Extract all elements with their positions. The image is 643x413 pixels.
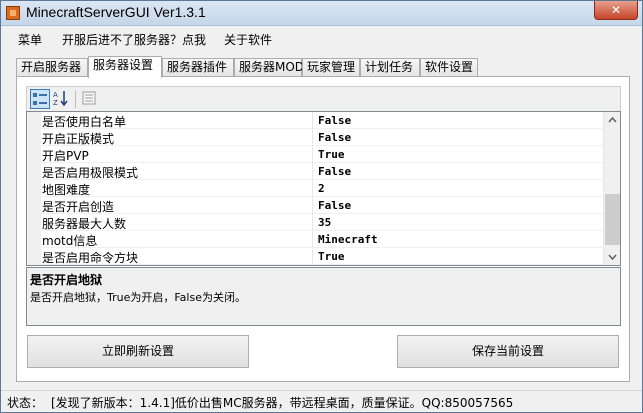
- menu-item-help-connect[interactable]: 开服后进不了服务器？点我: [62, 31, 206, 48]
- scroll-up-arrow-icon[interactable]: [604, 112, 620, 129]
- window-title: MinecraftServerGUI Ver1.3.1: [26, 4, 206, 20]
- property-help-pane: 是否开启地狱 是否开启地狱，True为开启，False为关闭。: [26, 267, 621, 326]
- column-divider: [312, 112, 313, 129]
- status-label: 状态：: [7, 396, 44, 410]
- property-row-command-block[interactable]: 是否启用命令方块 True: [27, 248, 603, 265]
- property-value[interactable]: 2: [318, 182, 325, 195]
- close-button[interactable]: ✕: [594, 1, 638, 20]
- svg-text:Z: Z: [53, 99, 58, 107]
- row-gutter: [27, 248, 41, 265]
- property-name: motd信息: [42, 234, 98, 248]
- property-grid: 是否使用白名单 False 开启正版模式 False 开启PVP True 是否…: [26, 111, 621, 266]
- svg-text:A: A: [53, 91, 58, 99]
- alphabetical-sort-icon[interactable]: A Z: [52, 89, 72, 109]
- column-divider: [312, 231, 313, 248]
- title-bar: MinecraftServerGUI Ver1.3.1 ✕: [1, 1, 642, 26]
- menu-item-menu[interactable]: 菜单: [18, 31, 42, 48]
- property-value[interactable]: 35: [318, 216, 331, 229]
- categorized-view-icon[interactable]: [30, 89, 50, 109]
- property-row-max-players[interactable]: 服务器最大人数 35: [27, 214, 603, 231]
- status-bar: 状态： [发现了新版本：1.4.1]低价出售MC服务器，带远程桌面，质量保证。Q…: [1, 390, 642, 412]
- tab-start-server[interactable]: 开启服务器: [16, 58, 88, 77]
- property-name: 开启正版模式: [42, 132, 115, 146]
- column-divider: [312, 197, 313, 214]
- property-row-motd[interactable]: motd信息 Minecraft: [27, 231, 603, 248]
- status-text[interactable]: [发现了新版本：1.4.1]低价出售MC服务器，带远程桌面，质量保证。QQ:85…: [51, 394, 513, 411]
- menu-bar: 菜单 开服后进不了服务器？点我 关于软件: [1, 26, 642, 50]
- refresh-settings-button[interactable]: 立即刷新设置: [27, 335, 249, 368]
- property-value[interactable]: False: [318, 165, 351, 178]
- row-gutter: [27, 180, 41, 197]
- row-gutter: [27, 146, 41, 163]
- help-description: 是否开启地狱，True为开启，False为关闭。: [30, 291, 246, 304]
- property-value[interactable]: False: [318, 199, 351, 212]
- column-divider: [312, 248, 313, 265]
- property-row-online-mode[interactable]: 开启正版模式 False: [27, 129, 603, 146]
- property-name: 是否启用极限模式: [42, 166, 139, 180]
- help-title: 是否开启地狱: [30, 273, 103, 287]
- property-name: 地图难度: [42, 183, 91, 197]
- scroll-down-arrow-icon[interactable]: [604, 248, 620, 265]
- column-divider: [312, 163, 313, 180]
- scrollbar-thumb[interactable]: [605, 194, 620, 245]
- server-settings-panel: A Z 是否使用白名单 False 开启正版模式 False 开启PVP Tru…: [16, 76, 630, 382]
- row-gutter: [27, 197, 41, 214]
- property-name: 服务器最大人数: [42, 217, 127, 231]
- row-gutter: [27, 112, 41, 129]
- row-gutter: [27, 129, 41, 146]
- row-gutter: [27, 163, 41, 180]
- property-grid-scrollbar[interactable]: [603, 112, 620, 265]
- tab-server-mod[interactable]: 服务器MOD: [234, 58, 304, 77]
- row-gutter: [27, 231, 41, 248]
- property-value[interactable]: False: [318, 131, 351, 144]
- tab-server-settings[interactable]: 服务器设置: [88, 56, 162, 78]
- column-divider: [312, 146, 313, 163]
- column-divider: [312, 214, 313, 231]
- toolbar-separator: [75, 90, 76, 108]
- column-divider: [312, 129, 313, 146]
- tab-server-plugins[interactable]: 服务器插件: [162, 58, 234, 77]
- property-name: 开启PVP: [42, 149, 89, 163]
- menu-item-about[interactable]: 关于软件: [224, 31, 272, 48]
- property-value[interactable]: True: [318, 148, 345, 161]
- main-window: MinecraftServerGUI Ver1.3.1 ✕ 菜单 开服后进不了服…: [0, 0, 643, 413]
- property-row-difficulty[interactable]: 地图难度 2: [27, 180, 603, 197]
- property-row-pvp[interactable]: 开启PVP True: [27, 146, 603, 163]
- tab-scheduled-tasks[interactable]: 计划任务: [360, 58, 420, 77]
- property-value[interactable]: False: [318, 114, 351, 127]
- property-row-whitelist[interactable]: 是否使用白名单 False: [27, 112, 603, 129]
- property-row-creative[interactable]: 是否开启创造 False: [27, 197, 603, 214]
- column-divider: [312, 180, 313, 197]
- property-name: 是否开启创造: [42, 200, 115, 214]
- property-pages-icon[interactable]: [80, 89, 100, 109]
- property-value[interactable]: Minecraft: [318, 233, 378, 246]
- property-value[interactable]: True: [318, 250, 345, 263]
- row-gutter: [27, 214, 41, 231]
- tab-software-settings[interactable]: 软件设置: [420, 58, 478, 77]
- save-settings-button[interactable]: 保存当前设置: [397, 335, 619, 368]
- property-name: 是否启用命令方块: [42, 251, 139, 265]
- property-name: 是否使用白名单: [42, 115, 127, 129]
- tab-player-management[interactable]: 玩家管理: [302, 58, 360, 77]
- property-grid-toolbar: A Z: [26, 86, 621, 111]
- minecraft-app-icon: [6, 6, 20, 20]
- property-row-hardcore[interactable]: 是否启用极限模式 False: [27, 163, 603, 180]
